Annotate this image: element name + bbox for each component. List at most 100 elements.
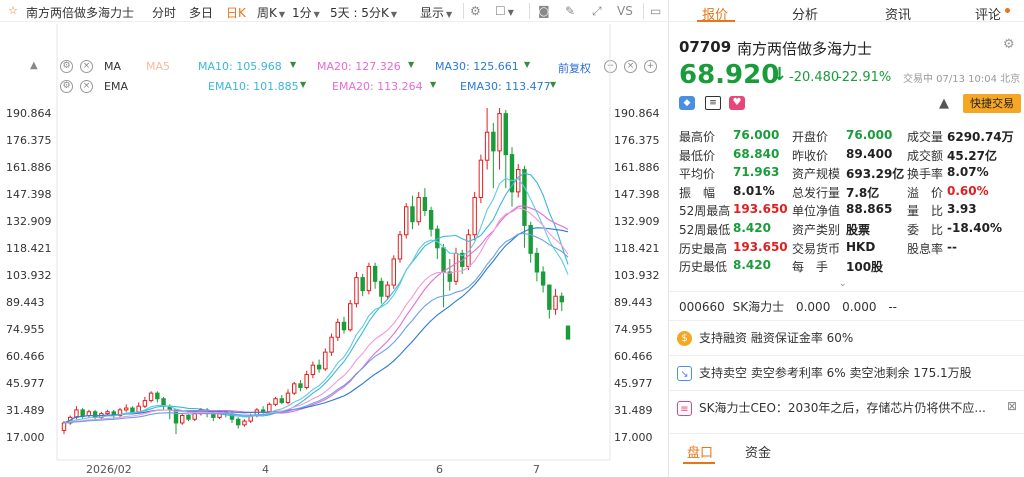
candle-body xyxy=(366,265,372,292)
expand-chevron-icon[interactable]: ⌄ xyxy=(839,279,847,289)
adjust-button[interactable]: 前复权 xyxy=(558,60,591,76)
display-menu[interactable]: 显示 ▼ xyxy=(420,4,452,21)
camera-icon[interactable]: ◙ xyxy=(538,4,550,18)
short-sell-text: 支持卖空 卖空参考利率 6% 卖空池剩余 175.1万股 xyxy=(699,366,972,380)
tab-weekly-k[interactable]: 周K ▼ xyxy=(257,4,285,21)
chart-down-icon: ↘ xyxy=(677,366,692,381)
ma30-toggle[interactable]: ▼ xyxy=(524,60,530,69)
stat-stats_col2-4: 单位净值 88.865 xyxy=(792,202,892,219)
stock-code: 07709 xyxy=(679,38,732,56)
stat-value: 8.420 xyxy=(733,221,771,235)
stat-stats_col2-7: 每 手 100股 xyxy=(792,258,883,275)
ma10-line xyxy=(63,172,569,424)
tab-5day[interactable]: 5天 : 5分K ▼ xyxy=(330,4,397,21)
window-icon[interactable]: ▭ xyxy=(650,4,661,18)
tab-analysis[interactable]: 分析 xyxy=(792,4,818,23)
candle-body xyxy=(391,258,396,286)
tab-news[interactable]: 资讯 xyxy=(885,4,911,23)
y-tick-label: 89.443 xyxy=(614,296,653,309)
stat-value: 3.93 xyxy=(947,202,977,217)
close-icon[interactable]: × xyxy=(80,60,93,73)
add-icon[interactable]: + xyxy=(644,60,657,73)
candle-body xyxy=(260,409,266,413)
short-sell-row[interactable]: ↘ 支持卖空 卖空参考利率 6% 卖空池剩余 175.1万股 xyxy=(677,364,1019,386)
stat-stats_col3-0: 成交量 6290.74万 xyxy=(907,128,1014,145)
star-icon[interactable]: ☆ xyxy=(8,4,18,17)
stat-value: 68.840 xyxy=(733,146,780,161)
ema30-toggle[interactable]: ▼ xyxy=(550,80,556,89)
tab-intraday[interactable]: 分时 xyxy=(152,4,176,21)
margin-feature-text: 支持融资 融资保证金率 60% xyxy=(699,331,854,345)
stat-value: 89.400 xyxy=(846,146,893,161)
stat-stats_col2-2: 资产规模 693.29亿 xyxy=(792,165,904,182)
stat-value: 8.01% xyxy=(733,183,775,198)
tab-multi-day[interactable]: 多日 xyxy=(189,4,213,21)
y-tick-label: 60.466 xyxy=(614,350,653,363)
heart-icon[interactable]: ♥ xyxy=(729,96,745,110)
candle-body xyxy=(410,206,415,223)
candle-body xyxy=(491,131,496,152)
ema10-toggle[interactable]: ▼ xyxy=(300,80,306,89)
fullscreen-icon[interactable]: ⤢ xyxy=(592,4,602,19)
stat-value: 193.650 xyxy=(733,239,788,254)
candle-body xyxy=(534,252,540,273)
compare-button[interactable]: VS xyxy=(617,4,633,18)
candle-body xyxy=(273,398,278,405)
stat-label: 昨收价 xyxy=(792,148,829,163)
close-icon[interactable]: × xyxy=(624,60,637,73)
tab-daily-k[interactable]: 日K xyxy=(226,4,246,21)
stat-stats_col1-3: 振 幅 8.01% xyxy=(679,184,775,201)
tab-1min[interactable]: 1分 ▼ xyxy=(292,4,320,21)
tab-comments[interactable]: 评论 xyxy=(975,4,1001,23)
tag-icon[interactable]: ◆ xyxy=(679,96,695,110)
stat-label: 量 比 xyxy=(907,204,944,219)
news-headline-row[interactable]: ≡ SK海力士CEO：2030年之后，存储芯片仍将供不应... ⊠ xyxy=(677,399,1019,421)
pen-icon[interactable]: ✎ xyxy=(565,4,575,18)
gear-icon[interactable]: ⚙ xyxy=(1003,37,1015,52)
stat-label: 资产规模 xyxy=(792,167,841,182)
settings-icon[interactable]: ⚙ xyxy=(470,4,481,18)
candle-body xyxy=(92,411,98,418)
candle-body xyxy=(68,416,73,424)
margin-feature-row[interactable]: $ 支持融资 融资保证金率 60% xyxy=(677,329,1019,351)
stat-stats_col3-4: 量 比 3.93 xyxy=(907,202,977,219)
stat-stats_col2-1: 昨收价 89.400 xyxy=(792,147,892,164)
ma30-value: MA30: 125.661 xyxy=(435,60,519,73)
candle-body xyxy=(80,409,85,417)
underlying-v1: 0.000 xyxy=(795,300,831,314)
stat-stats_col1-2: 平均价 71.963 xyxy=(679,165,779,182)
candle-body xyxy=(105,411,110,415)
checkbox-icon[interactable]: ☐ ▼ xyxy=(495,4,514,18)
settings-icon[interactable]: ⚙ xyxy=(60,80,73,93)
trade-status: 交易中 07/13 10:04 北京 xyxy=(903,74,1021,85)
document-icon[interactable]: ≡ xyxy=(705,96,721,110)
tab-orderbook[interactable]: 盘口 xyxy=(687,442,713,461)
stock-title: 南方两倍做多海力士 xyxy=(26,6,135,20)
stat-value: 76.000 xyxy=(846,128,893,142)
kline-chart[interactable]: ▲ ⚙ × MA MA5 MA10: 105.968 ▼ MA20: 127.3… xyxy=(0,24,667,477)
bell-icon[interactable]: ▲ xyxy=(939,96,949,111)
stat-value: 76.000 xyxy=(733,128,780,142)
collapse-icon[interactable]: ▲ xyxy=(30,60,38,71)
quick-trade-button[interactable]: 快捷交易 xyxy=(963,94,1021,113)
ema20-toggle[interactable]: ▼ xyxy=(430,80,436,89)
x-tick-label: 2026/02 xyxy=(86,463,132,476)
stat-stats_col2-5: 资产类别 股票 xyxy=(792,221,870,238)
minimize-icon[interactable]: − xyxy=(604,60,617,73)
candle-body xyxy=(285,392,291,403)
stat-value: 193.650 xyxy=(733,202,788,217)
stat-label: 历史最低 xyxy=(679,260,728,275)
candle-body xyxy=(565,325,571,340)
settings-icon[interactable]: ⚙ xyxy=(60,60,73,73)
ma10-toggle[interactable]: ▼ xyxy=(290,60,296,69)
candle-body xyxy=(497,113,502,152)
y-tick-label: 103.932 xyxy=(614,269,660,282)
close-icon[interactable]: ⊠ xyxy=(1007,399,1017,413)
close-icon[interactable]: × xyxy=(80,80,93,93)
tab-funds[interactable]: 资金 xyxy=(745,442,771,461)
stat-label: 最高价 xyxy=(679,130,716,144)
stat-value: 股票 xyxy=(846,223,871,237)
underlying-row[interactable]: 000660 SK海力士 0.000 0.000 -- xyxy=(679,298,897,315)
candle-body xyxy=(553,295,558,310)
ma20-toggle[interactable]: ▼ xyxy=(408,60,414,69)
